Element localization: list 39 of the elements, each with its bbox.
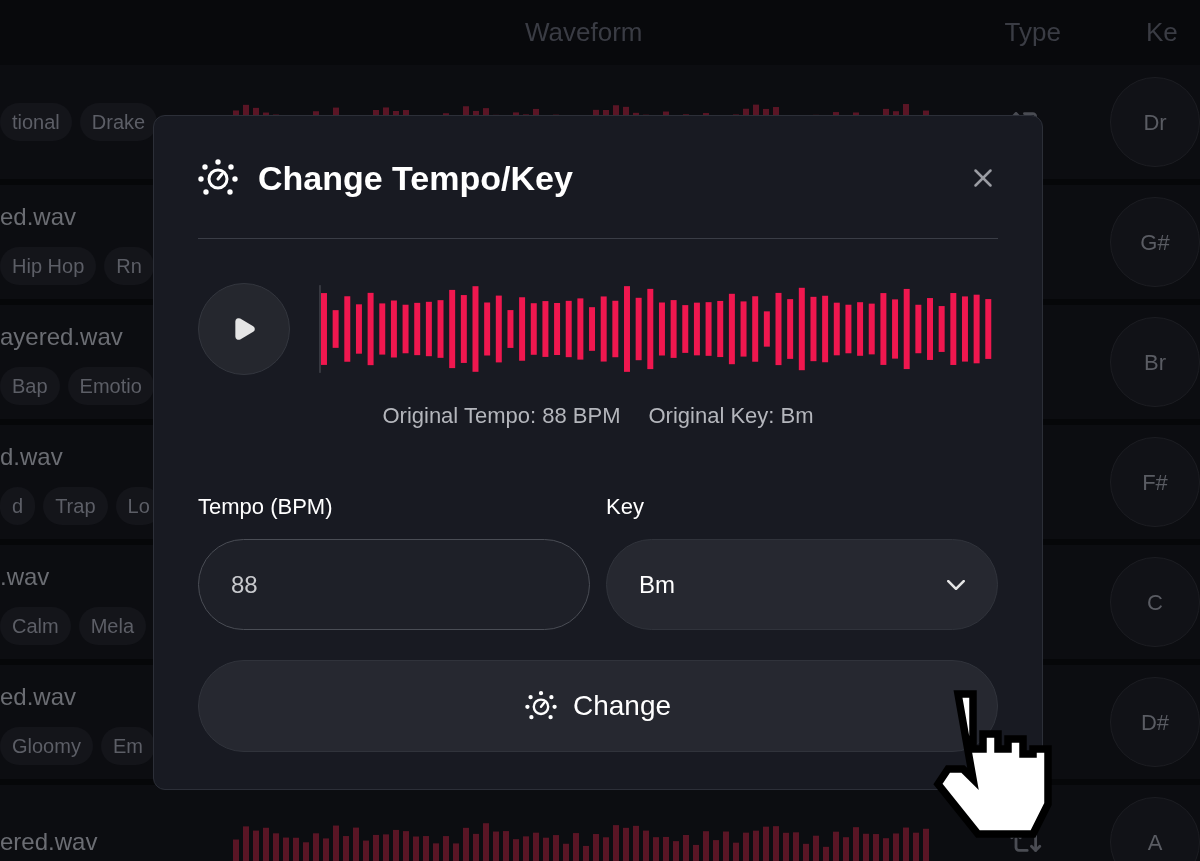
- tag-chip[interactable]: Hip Hop: [0, 247, 97, 285]
- tag-chip[interactable]: tional: [0, 103, 72, 141]
- tag-chip[interactable]: Gloomy: [0, 727, 93, 765]
- key-badge: Br: [1110, 317, 1200, 407]
- dialog-title: Change Tempo/Key: [258, 157, 573, 199]
- column-header: Ke: [1145, 16, 1178, 49]
- key-badge: D#: [1110, 677, 1200, 767]
- file-name: ered.wav: [0, 827, 99, 857]
- column-header: Waveform: [525, 16, 643, 49]
- file-name: ayered.wav: [0, 322, 124, 352]
- tag-chip[interactable]: Calm: [0, 607, 71, 645]
- file-name: ed.wav: [0, 202, 78, 232]
- file-name: d.wav: [0, 442, 64, 472]
- tag-chip[interactable]: Drake: [79, 103, 158, 141]
- timer-icon: [198, 158, 238, 198]
- tag-chip[interactable]: Emotio: [67, 367, 154, 405]
- timer-icon: [524, 690, 557, 722]
- file-name: ed.wav: [0, 682, 78, 712]
- original-tempo-text: Original Tempo: 88 BPM: [382, 402, 621, 430]
- key-badge: F#: [1110, 437, 1200, 527]
- file-name: .wav: [0, 562, 51, 592]
- field-label: Tempo (BPM): [198, 493, 334, 521]
- change-button[interactable]: Change: [198, 660, 998, 752]
- key-badge: C: [1110, 557, 1200, 647]
- tag-chip[interactable]: Rn: [104, 247, 154, 285]
- key-badge: Dr: [1110, 77, 1200, 167]
- tag-chip[interactable]: Em: [100, 727, 155, 765]
- tag-chip[interactable]: Bap: [0, 367, 60, 405]
- tag-chip[interactable]: Mela: [78, 607, 147, 645]
- original-key-text: Original Key: Bm: [648, 402, 814, 430]
- key-badge: A: [1110, 797, 1200, 861]
- tag-chip[interactable]: Trap: [43, 487, 108, 525]
- key-badge: G#: [1110, 197, 1200, 287]
- column-header: Type: [1004, 16, 1061, 49]
- tempo-input[interactable]: 88: [198, 539, 590, 630]
- field-label: Key: [606, 493, 645, 521]
- tag-chip[interactable]: d: [0, 487, 36, 525]
- chevron-down-icon: [947, 579, 965, 590]
- key-select[interactable]: Bm: [606, 539, 998, 630]
